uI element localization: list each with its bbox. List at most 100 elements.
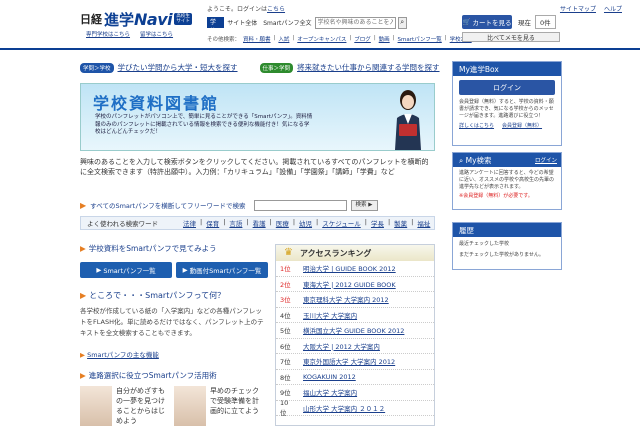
logo-shingaku: 進学 xyxy=(104,10,135,29)
arrow-icon: ▶ xyxy=(80,351,85,359)
box2-login-link[interactable]: ログイン xyxy=(535,156,557,164)
section-usage-tips: ▶ 進路選択に役立つSmartパンフ活用術 xyxy=(80,371,217,380)
ranking-row: 9位 福山大学 大学案内 xyxy=(276,385,434,401)
keyword-0[interactable]: 法律 xyxy=(183,218,196,228)
top-links: サイトマップ ヘルプ xyxy=(560,4,622,13)
ranking-link[interactable]: 福山大学 大学案内 xyxy=(303,387,357,397)
my-search-box: ⌕ My検索 ログイン 進路アンケートに回答すると、今どの希望に近い、オススメの… xyxy=(452,152,562,210)
ranking-link[interactable]: 玉川大学 大学案内 xyxy=(303,310,357,320)
banner-body: 学校のパンフレットがパソコン上で、簡単に見ることができる「Smartパンフ」。資… xyxy=(95,114,313,135)
search-school-tab[interactable]: 学校名 xyxy=(207,17,225,44)
gakumon-link[interactable]: 学びたい学問から大学・短大を探す xyxy=(118,62,238,73)
header-sublinks: 専門学校はこちら 留学はこちら xyxy=(86,30,173,38)
memo-button[interactable]: 比べてメモを見る xyxy=(462,32,560,42)
magnifier-icon: ⌕ xyxy=(400,18,405,26)
magnifier-icon: ⌕ xyxy=(459,155,464,165)
ranking-header: ♛ アクセスランキング xyxy=(276,245,434,261)
ranking-link[interactable]: 東海大学 | 2012 GUIDE BOOK xyxy=(303,279,396,289)
box1-desc: 会員登録（無料）すると、学校の資料・願書が請求でき、気になる学校からのメッセージ… xyxy=(459,99,554,119)
logo-navi: Navi xyxy=(134,9,173,29)
smart-search-row: ▶ すべてのSmartパンフを横断してフリーワードで検索 検索 ▶ xyxy=(80,198,435,212)
other-link-video[interactable]: 動画 xyxy=(379,35,390,43)
search-description: 興味のあることを入力して検索ボタンをクリックしてください。掲載されているすべての… xyxy=(80,158,429,176)
help-link[interactable]: ヘルプ xyxy=(604,4,622,13)
cart-info: 現在 0件 xyxy=(518,15,568,29)
ranking-row: 5位 横浜国立大学 GUIDE BOOK 2012 xyxy=(276,323,434,339)
other-link-nyushi[interactable]: 入試 xyxy=(278,35,289,43)
ranking-link[interactable]: 山形大学 大学案内 ２０１２ xyxy=(303,403,385,413)
crown-icon: ♛ xyxy=(284,247,293,258)
ranking-link[interactable]: 東京外国語大学 大学案内 2012 xyxy=(303,356,395,366)
login-button[interactable]: ログイン xyxy=(459,80,555,95)
sitemap-link[interactable]: サイトマップ xyxy=(560,4,596,13)
keyword-4[interactable]: 医療 xyxy=(276,218,289,228)
tag-shigoto: 仕事＞学問 xyxy=(259,62,294,73)
keyword-1[interactable]: 保育 xyxy=(206,218,219,228)
ranking-row: 7位 東京外国語大学 大学案内 2012 xyxy=(276,354,434,370)
login-here-link[interactable]: こちら xyxy=(267,6,285,13)
keyword-7[interactable]: 学長 xyxy=(371,218,384,228)
register-link[interactable]: 会員登録（無料） xyxy=(502,122,542,129)
box2-desc: 進路アンケートに回答すると、今どの希望に近い、オススメの学校や高校生の先輩の進学… xyxy=(459,170,555,190)
keywords-header: よく使われる検索ワード xyxy=(87,220,159,228)
video-smartpanf-list-button[interactable]: ▶ 動画付Smartパンフ一覧 xyxy=(176,262,268,278)
freeword-input[interactable] xyxy=(253,199,347,211)
tag-gakumon: 学問＞学校 xyxy=(80,62,114,73)
ranking-link[interactable]: 明治大学 | GUIDE BOOK 2012 xyxy=(303,263,396,273)
usage-thumb[interactable]: 自分がめざすもの一夢を見つけることからはじめよう xyxy=(80,386,168,426)
student-thumb-image xyxy=(174,386,206,426)
freeword-search-button[interactable]: 検索 ▶ xyxy=(350,199,378,211)
smartpanf-list-button[interactable]: ▶ Smartパンフ一覧 xyxy=(80,262,172,278)
search-scope-label[interactable]: サイト全体 Smartパンフ全文 xyxy=(227,18,311,27)
features-link[interactable]: Smartパンフの主な機能 xyxy=(87,351,159,359)
cart-icon: 🛒 xyxy=(462,18,471,26)
student-thumb-image xyxy=(80,386,112,426)
history-empty: まだチェックした学校がありません。 xyxy=(459,252,544,258)
history-box: 履歴 最近チェックした学校 まだチェックした学校がありません。 xyxy=(452,222,562,270)
ranking-link[interactable]: 横浜国立大学 GUIDE BOOK 2012 xyxy=(303,325,404,335)
what-is-body: 各学校が作成している紙の「入学案内」などの各種パンフレットをFLASH化。単に読… xyxy=(80,307,264,337)
popular-keywords: よく使われる検索ワード 法律 | 保育 | 言語 | 看護 | 医療 | 幼児 | スケジュ… xyxy=(80,216,435,230)
section-view-pamphlets: ▶ 学校資料をSmartパンフで見てみよう xyxy=(80,244,217,253)
cart-button[interactable]: 🛒 カートを見る xyxy=(462,15,512,29)
ranking-link[interactable]: 大阪大学 | 2012 大学案内 xyxy=(303,341,380,351)
other-link-opencampus[interactable]: オープンキャンパス xyxy=(297,35,346,43)
ranking-link[interactable]: 東京理科大学 大学案内 2012 xyxy=(303,294,389,304)
other-link-shiryo[interactable]: 資料・願書 xyxy=(243,35,271,43)
arrow-icon: ▶ xyxy=(80,291,87,300)
other-link-smartpanf[interactable]: Smartパンフ一覧 xyxy=(398,35,442,43)
welcome-text: ようこそ。ログインはこちら xyxy=(207,6,286,13)
box-header: ⌕ My検索 ログイン xyxy=(453,153,561,167)
usage-thumb[interactable]: 早めのチェックで受験準備を計画的に立てよう xyxy=(174,386,262,426)
other-link-blog[interactable]: ブログ xyxy=(354,35,371,43)
keyword-9[interactable]: 福祉 xyxy=(417,218,430,228)
header-divider xyxy=(0,48,640,50)
search-input[interactable] xyxy=(314,16,396,29)
keyword-5[interactable]: 幼児 xyxy=(299,218,312,228)
search-button[interactable]: ⌕ xyxy=(397,16,407,29)
keyword-6[interactable]: スケジュール xyxy=(322,218,361,228)
keyword-3[interactable]: 看護 xyxy=(253,218,266,228)
my-shingaku-box: My進学Box ログイン 会員登録（無料）すると、学校の資料・願書が請求でき、気… xyxy=(452,61,562,146)
ryugaku-link[interactable]: 留学はこちら xyxy=(140,30,173,38)
smart-search-label: すべてのSmartパンフを横断してフリーワードで検索 xyxy=(90,202,246,210)
usage-thumbnails: 自分がめざすもの一夢を見つけることからはじめよう 早めのチェックで受験準備を計画… xyxy=(80,386,268,426)
pamphlet-buttons: ▶ Smartパンフ一覧 ▶ 動画付Smartパンフ一覧 xyxy=(80,262,268,278)
site-logo[interactable]: 日経 進学 Navi 高校生サイト xyxy=(80,8,193,30)
arrow-icon: ▶ xyxy=(182,266,188,274)
ranking-row: 4位 玉川大学 大学案内 xyxy=(276,308,434,323)
features-link-wrap: ▶ Smartパンフの主な機能 xyxy=(80,349,159,359)
search-bar: 学校名 サイト全体 Smartパンフ全文 ⌕ xyxy=(207,16,407,44)
keyword-2[interactable]: 言語 xyxy=(229,218,242,228)
ranking-row: 8位 KOGAKUIN 2012 xyxy=(276,370,434,385)
senmon-link[interactable]: 専門学校はこちら xyxy=(86,30,130,38)
logo-nikkei: 日経 xyxy=(80,13,102,26)
shigoto-link[interactable]: 将来就きたい仕事から関連する学問を探す xyxy=(297,62,440,73)
keyword-8[interactable]: 製薬 xyxy=(394,218,407,228)
section-what-is: ▶ ところで・・・Smartパンフって何？ xyxy=(80,291,226,300)
box-header: 履歴 xyxy=(453,223,561,237)
history-label: 最近チェックした学校 xyxy=(459,241,510,247)
logo-badge: 高校生サイト xyxy=(174,13,193,25)
ranking-link[interactable]: KOGAKUIN 2012 xyxy=(303,373,356,381)
details-link[interactable]: 詳しくはこちら xyxy=(459,122,494,129)
